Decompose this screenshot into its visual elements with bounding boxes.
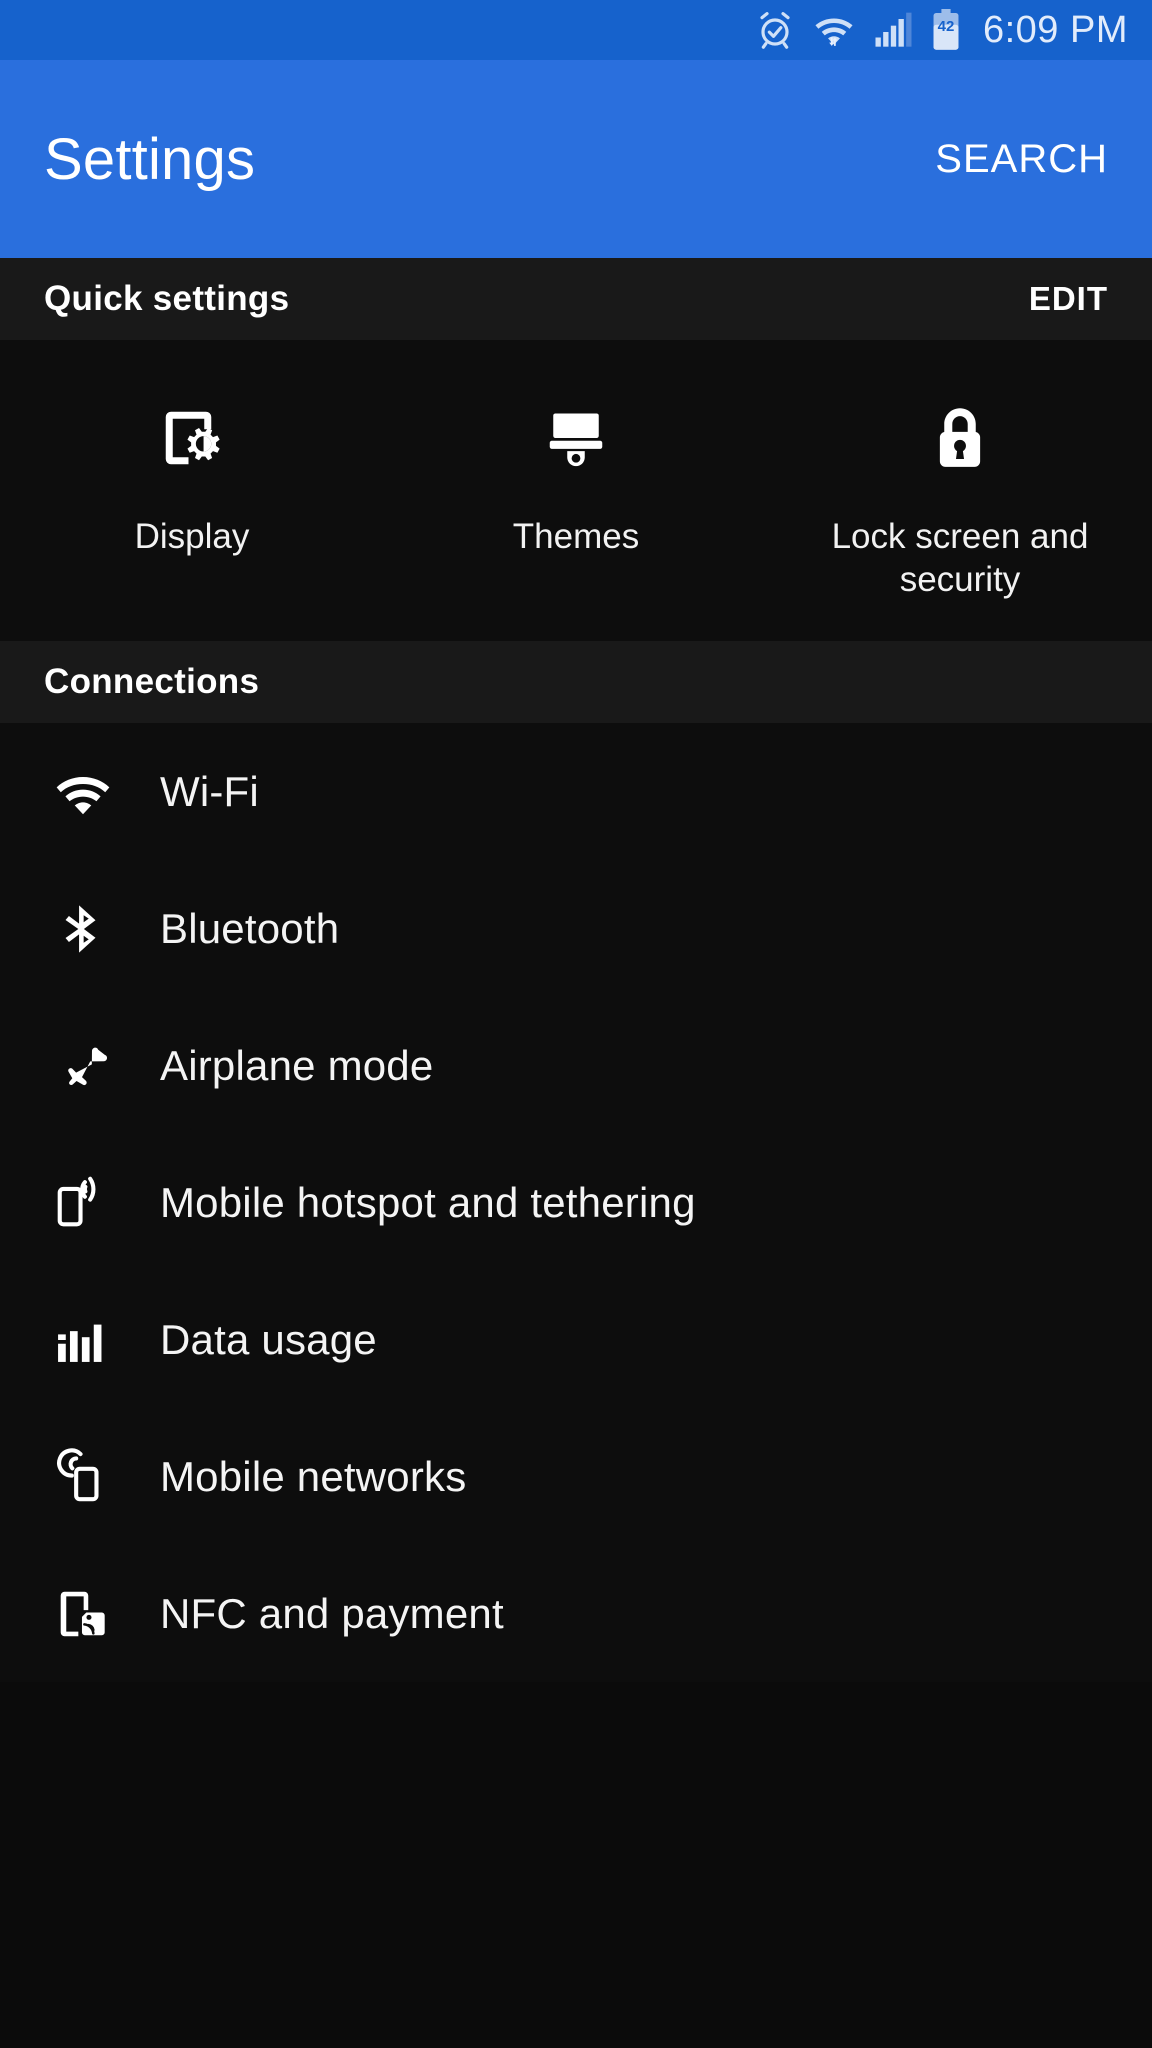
quick-setting-label: Lock screen and security [831,517,1089,599]
edit-button[interactable]: EDIT [1029,280,1108,318]
padlock-icon [918,392,1002,484]
search-button[interactable]: SEARCH [935,137,1108,182]
list-item-mobile-hotspot-and-tethering[interactable]: Mobile hotspot and tethering [0,1134,1152,1271]
status-bar: 42 6:09 PM [0,0,1152,60]
connections-list: Wi-Fi Bluetooth Airplane mode Mobile hot… [0,723,1152,1683]
list-item-nfc-and-payment[interactable]: NFC and payment [0,1545,1152,1682]
wifi-icon [52,761,160,823]
list-item-label: Bluetooth [160,904,340,952]
quick-settings-grid: Display Themes Lock screen and security [0,340,1152,642]
paintbrush-icon [534,392,618,484]
wifi-icon [813,9,855,51]
alarm-icon [755,10,795,50]
nfc-icon [52,1585,160,1643]
app-bar: Settings SEARCH [0,60,1152,258]
hotspot-icon [52,1174,160,1232]
status-time: 6:09 PM [982,8,1128,51]
list-item-label: NFC and payment [160,1589,504,1637]
list-item-data-usage[interactable]: Data usage [0,1271,1152,1408]
list-item-airplane-mode[interactable]: Airplane mode [0,997,1152,1134]
quick-settings-header: Quick settings EDIT [0,258,1152,340]
list-item-mobile-networks[interactable]: Mobile networks [0,1408,1152,1545]
connections-header: Connections [0,641,1152,724]
list-item-label: Mobile hotspot and tethering [160,1178,696,1226]
list-item-label: Wi-Fi [160,767,259,815]
quick-setting-themes[interactable]: Themes [384,392,768,601]
bar-chart-icon [52,1312,160,1368]
list-item-label: Data usage [160,1315,377,1363]
battery-level-text: 42 [937,18,955,35]
list-item-bluetooth[interactable]: Bluetooth [0,860,1152,997]
quick-settings-title: Quick settings [44,279,290,318]
cellular-signal-icon [873,10,913,50]
mobile-network-icon [52,1448,160,1506]
quick-setting-label: Display [134,517,250,556]
page-title: Settings [44,126,256,192]
settings-screen: 42 6:09 PM Settings SEARCH Quick setting… [0,0,1152,2048]
airplane-icon [52,1036,160,1096]
list-item-wifi[interactable]: Wi-Fi [0,723,1152,860]
display-settings-icon [150,392,234,484]
bluetooth-icon [52,900,160,958]
battery-icon: 42 [931,9,961,51]
quick-setting-label: Themes [512,517,640,556]
quick-setting-lock-screen-and-security[interactable]: Lock screen and security [768,392,1152,601]
list-item-label: Mobile networks [160,1452,467,1500]
connections-title: Connections [44,662,260,702]
list-item-label: Airplane mode [160,1041,434,1089]
quick-setting-display[interactable]: Display [0,392,384,601]
